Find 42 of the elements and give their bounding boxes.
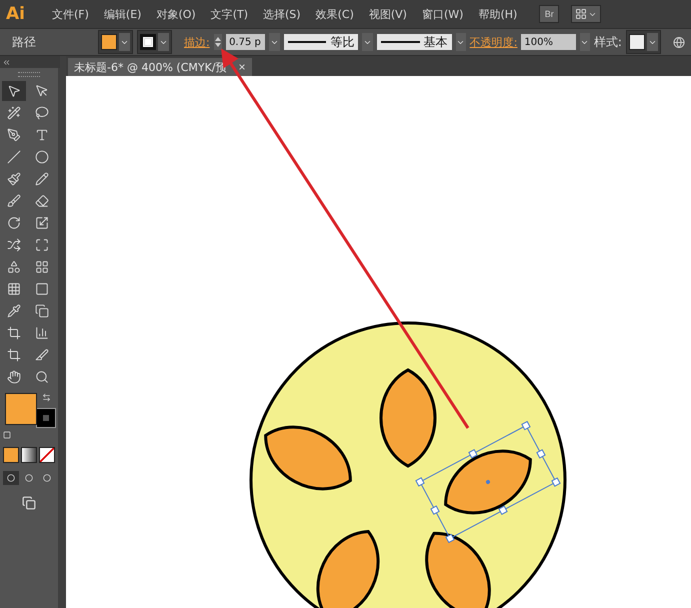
fill-color-dropdown[interactable] [98, 30, 133, 54]
variable-width-profile-field[interactable]: 等比 [284, 34, 358, 50]
grid-icon [575, 8, 588, 20]
globe-icon[interactable] [672, 36, 685, 48]
stroke-color-dropdown[interactable] [137, 30, 172, 54]
brush-definition-field[interactable]: 基本 [376, 34, 452, 50]
collapse-icon[interactable] [2, 58, 10, 66]
stepper-arrows-icon [214, 36, 221, 48]
stroke-weight-stepper[interactable] [214, 34, 222, 50]
stroke-weight-dropdown[interactable] [269, 33, 280, 51]
menu-item[interactable]: 对象(O) [151, 6, 201, 22]
profile-dropdown[interactable] [362, 33, 373, 51]
selection-bounding-box[interactable] [415, 420, 561, 544]
stroke-color-swatch[interactable] [37, 409, 55, 427]
gradient-mode-button[interactable] [21, 447, 37, 463]
menu-item[interactable]: 文件(F) [46, 6, 94, 22]
graphic-style-dropdown[interactable] [626, 30, 661, 54]
opacity-field[interactable]: 100% [521, 34, 576, 50]
menu-item[interactable]: 帮助(H) [473, 6, 522, 22]
opacity-dropdown[interactable] [580, 33, 590, 51]
arrange-documents-button[interactable] [571, 5, 602, 23]
color-mode-button[interactable] [3, 447, 19, 463]
fill-color-swatch[interactable] [5, 393, 37, 425]
bridge-button[interactable]: Br [539, 5, 560, 23]
menu-item[interactable]: 窗口(W) [416, 6, 468, 22]
menu-item[interactable]: 编辑(E) [98, 6, 146, 22]
selection-label: 路径 [12, 34, 36, 50]
menu-item[interactable]: 选择(S) [258, 6, 306, 22]
brush-dropdown[interactable] [456, 33, 466, 51]
selection-tool-icon[interactable] [2, 81, 26, 101]
panel-grip-icon[interactable] [18, 72, 40, 77]
opacity-link[interactable]: 不透明度: [470, 34, 518, 50]
none-mode-button[interactable] [39, 447, 55, 463]
menu-item[interactable]: 效果(C) [310, 6, 359, 22]
swap-colors-icon[interactable] [42, 393, 51, 402]
stroke-weight-field[interactable]: 0.75 p [226, 34, 266, 50]
app-logo: Ai [6, 4, 25, 24]
menu-item[interactable]: 视图(V) [364, 6, 412, 22]
close-tab-button[interactable]: × [238, 60, 246, 74]
menu-item[interactable]: 文字(T) [206, 6, 254, 22]
style-label: 样式: [594, 34, 622, 50]
stroke-link[interactable]: 描边: [184, 34, 210, 50]
